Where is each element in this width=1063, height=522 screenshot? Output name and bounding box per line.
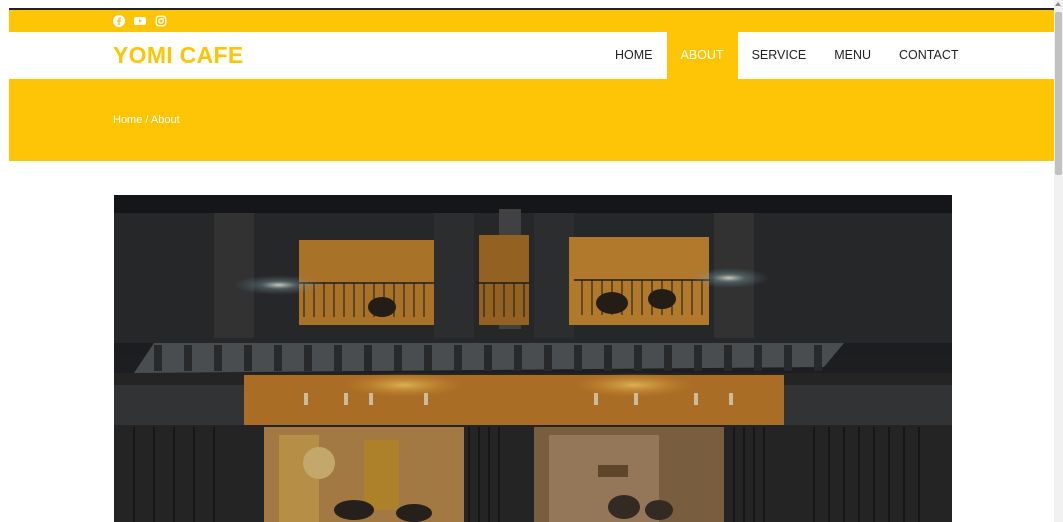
page-header-banner: Home / About — [9, 79, 1054, 161]
vertical-scrollbar[interactable] — [1054, 0, 1063, 522]
nav-menu: HOME ABOUT SERVICE MENU CONTACT — [601, 32, 973, 79]
youtube-icon[interactable] — [134, 14, 146, 26]
nav-item-home[interactable]: HOME — [601, 32, 667, 79]
page: YOMI CAFE HOME ABOUT SERVICE MENU CONTAC… — [9, 0, 1054, 522]
social-topbar — [9, 10, 1054, 32]
nav-item-contact[interactable]: CONTACT — [885, 32, 973, 79]
main-navbar: YOMI CAFE HOME ABOUT SERVICE MENU CONTAC… — [9, 32, 1054, 79]
breadcrumb: Home / About — [113, 114, 180, 126]
site-logo[interactable]: YOMI CAFE — [113, 42, 243, 69]
nav-item-service[interactable]: SERVICE — [738, 32, 821, 79]
scroll-up-arrow-icon[interactable] — [1055, 2, 1061, 6]
scrollbar-thumb[interactable] — [1055, 12, 1062, 175]
instagram-icon[interactable] — [155, 14, 167, 27]
nav-item-menu[interactable]: MENU — [820, 32, 885, 79]
cafe-storefront-photo — [114, 195, 952, 522]
facebook-icon[interactable] — [113, 14, 125, 27]
social-links — [113, 14, 167, 27]
nav-item-about[interactable]: ABOUT — [666, 32, 738, 79]
